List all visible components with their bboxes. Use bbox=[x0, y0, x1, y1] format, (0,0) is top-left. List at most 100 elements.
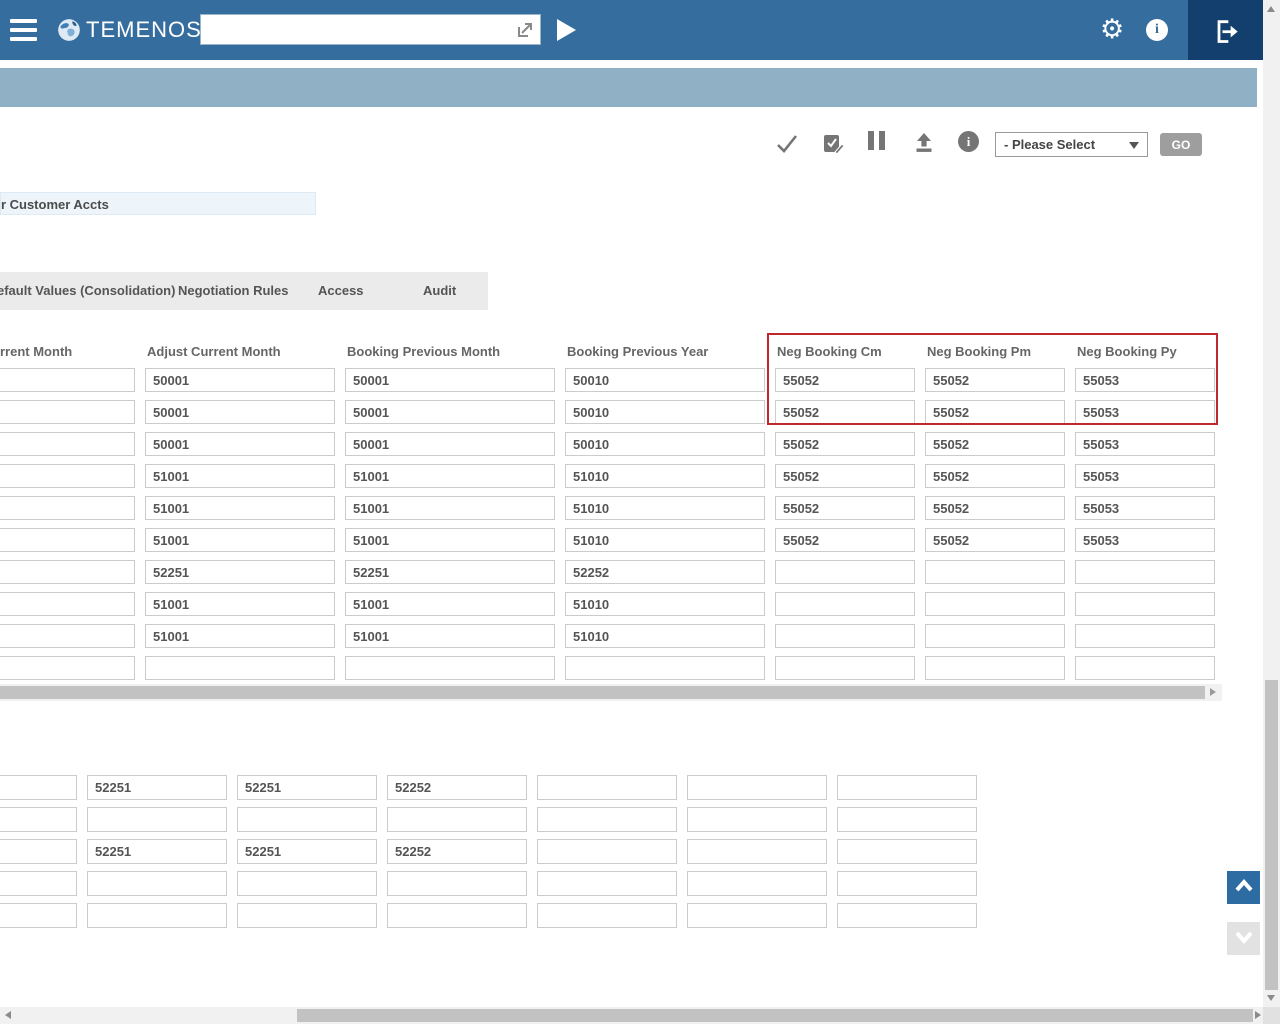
cell-input[interactable] bbox=[1075, 592, 1215, 616]
tab-access[interactable]: Access bbox=[318, 283, 364, 298]
cell-input[interactable] bbox=[0, 560, 135, 584]
cell-input[interactable] bbox=[775, 592, 915, 616]
cell-input[interactable] bbox=[0, 624, 135, 648]
cell-input[interactable] bbox=[0, 903, 77, 928]
cell-input[interactable] bbox=[145, 656, 335, 680]
cell-input[interactable] bbox=[145, 464, 335, 488]
goto-arrow-icon[interactable] bbox=[514, 19, 536, 46]
cell-input[interactable] bbox=[345, 528, 555, 552]
cell-input[interactable] bbox=[925, 624, 1065, 648]
cell-input[interactable] bbox=[565, 528, 765, 552]
cell-input[interactable] bbox=[837, 839, 977, 864]
cell-input[interactable] bbox=[565, 464, 765, 488]
tab-default-values[interactable]: efault Values (Consolidation) bbox=[0, 283, 175, 298]
cell-input[interactable] bbox=[537, 807, 677, 832]
cell-input[interactable] bbox=[237, 839, 377, 864]
cell-input[interactable] bbox=[775, 432, 915, 456]
scroll-left-icon[interactable] bbox=[5, 1011, 11, 1019]
cell-input[interactable] bbox=[775, 400, 915, 424]
cell-input[interactable] bbox=[925, 528, 1065, 552]
cell-input[interactable] bbox=[0, 775, 77, 800]
cell-input[interactable] bbox=[0, 839, 77, 864]
cell-input[interactable] bbox=[0, 464, 135, 488]
cell-input[interactable] bbox=[537, 775, 677, 800]
cell-input[interactable] bbox=[775, 496, 915, 520]
cell-input[interactable] bbox=[775, 528, 915, 552]
cell-input[interactable] bbox=[925, 496, 1065, 520]
cell-input[interactable] bbox=[237, 775, 377, 800]
cell-input[interactable] bbox=[145, 592, 335, 616]
scrollbar-thumb[interactable] bbox=[297, 1009, 1253, 1022]
go-button[interactable]: GO bbox=[1160, 133, 1202, 156]
check-icon[interactable] bbox=[775, 131, 799, 160]
cell-input[interactable] bbox=[387, 903, 527, 928]
menu-icon[interactable] bbox=[10, 19, 37, 41]
cell-input[interactable] bbox=[1075, 432, 1215, 456]
cell-input[interactable] bbox=[925, 560, 1065, 584]
cell-input[interactable] bbox=[387, 839, 527, 864]
cell-input[interactable] bbox=[237, 903, 377, 928]
play-icon[interactable] bbox=[557, 19, 576, 41]
cell-input[interactable] bbox=[565, 496, 765, 520]
cell-input[interactable] bbox=[345, 560, 555, 584]
cell-input[interactable] bbox=[145, 496, 335, 520]
cell-input[interactable] bbox=[687, 775, 827, 800]
scroll-down-icon[interactable] bbox=[1267, 995, 1275, 1001]
cell-input[interactable] bbox=[775, 560, 915, 584]
tab-audit[interactable]: Audit bbox=[423, 283, 456, 298]
cell-input[interactable] bbox=[925, 432, 1065, 456]
cell-input[interactable] bbox=[145, 528, 335, 552]
cell-input[interactable] bbox=[0, 528, 135, 552]
cell-input[interactable] bbox=[0, 807, 77, 832]
cell-input[interactable] bbox=[565, 592, 765, 616]
cell-input[interactable] bbox=[925, 592, 1065, 616]
cell-input[interactable] bbox=[345, 368, 555, 392]
cell-input[interactable] bbox=[687, 839, 827, 864]
cell-input[interactable] bbox=[345, 656, 555, 680]
cell-input[interactable] bbox=[565, 400, 765, 424]
cell-input[interactable] bbox=[87, 903, 227, 928]
cell-input[interactable] bbox=[0, 432, 135, 456]
cell-input[interactable] bbox=[537, 839, 677, 864]
cell-input[interactable] bbox=[345, 624, 555, 648]
scrollbar-thumb[interactable] bbox=[1265, 680, 1278, 990]
cell-input[interactable] bbox=[1075, 400, 1215, 424]
cell-input[interactable] bbox=[0, 656, 135, 680]
cell-input[interactable] bbox=[1075, 464, 1215, 488]
sign-out-button[interactable] bbox=[1188, 0, 1263, 60]
cell-input[interactable] bbox=[1075, 528, 1215, 552]
cell-input[interactable] bbox=[345, 592, 555, 616]
cell-input[interactable] bbox=[565, 624, 765, 648]
tab-negotiation-rules[interactable]: Negotiation Rules bbox=[178, 283, 289, 298]
cell-input[interactable] bbox=[1075, 656, 1215, 680]
scroll-right-icon[interactable] bbox=[1255, 1011, 1261, 1019]
cell-input[interactable] bbox=[1075, 624, 1215, 648]
cell-input[interactable] bbox=[145, 432, 335, 456]
cell-input[interactable] bbox=[0, 400, 135, 424]
cell-input[interactable] bbox=[565, 560, 765, 584]
cell-input[interactable] bbox=[87, 775, 227, 800]
cell-input[interactable] bbox=[687, 871, 827, 896]
cell-input[interactable] bbox=[837, 807, 977, 832]
scroll-to-top-button[interactable] bbox=[1227, 871, 1260, 904]
cell-input[interactable] bbox=[1075, 496, 1215, 520]
cell-input[interactable] bbox=[345, 400, 555, 424]
action-select[interactable]: - Please Select bbox=[995, 132, 1148, 157]
cell-input[interactable] bbox=[87, 839, 227, 864]
cell-input[interactable] bbox=[837, 775, 977, 800]
cell-input[interactable] bbox=[925, 400, 1065, 424]
cell-input[interactable] bbox=[1075, 560, 1215, 584]
cell-input[interactable] bbox=[345, 432, 555, 456]
search-input[interactable] bbox=[205, 15, 505, 44]
cell-input[interactable] bbox=[237, 871, 377, 896]
cell-input[interactable] bbox=[345, 496, 555, 520]
cell-input[interactable] bbox=[565, 432, 765, 456]
cell-input[interactable] bbox=[565, 368, 765, 392]
cell-input[interactable] bbox=[145, 624, 335, 648]
cell-input[interactable] bbox=[775, 656, 915, 680]
cell-input[interactable] bbox=[387, 775, 527, 800]
scroll-right-icon[interactable] bbox=[1210, 688, 1216, 696]
cell-input[interactable] bbox=[775, 464, 915, 488]
cell-input[interactable] bbox=[775, 624, 915, 648]
vertical-scrollbar[interactable] bbox=[1263, 0, 1280, 1007]
